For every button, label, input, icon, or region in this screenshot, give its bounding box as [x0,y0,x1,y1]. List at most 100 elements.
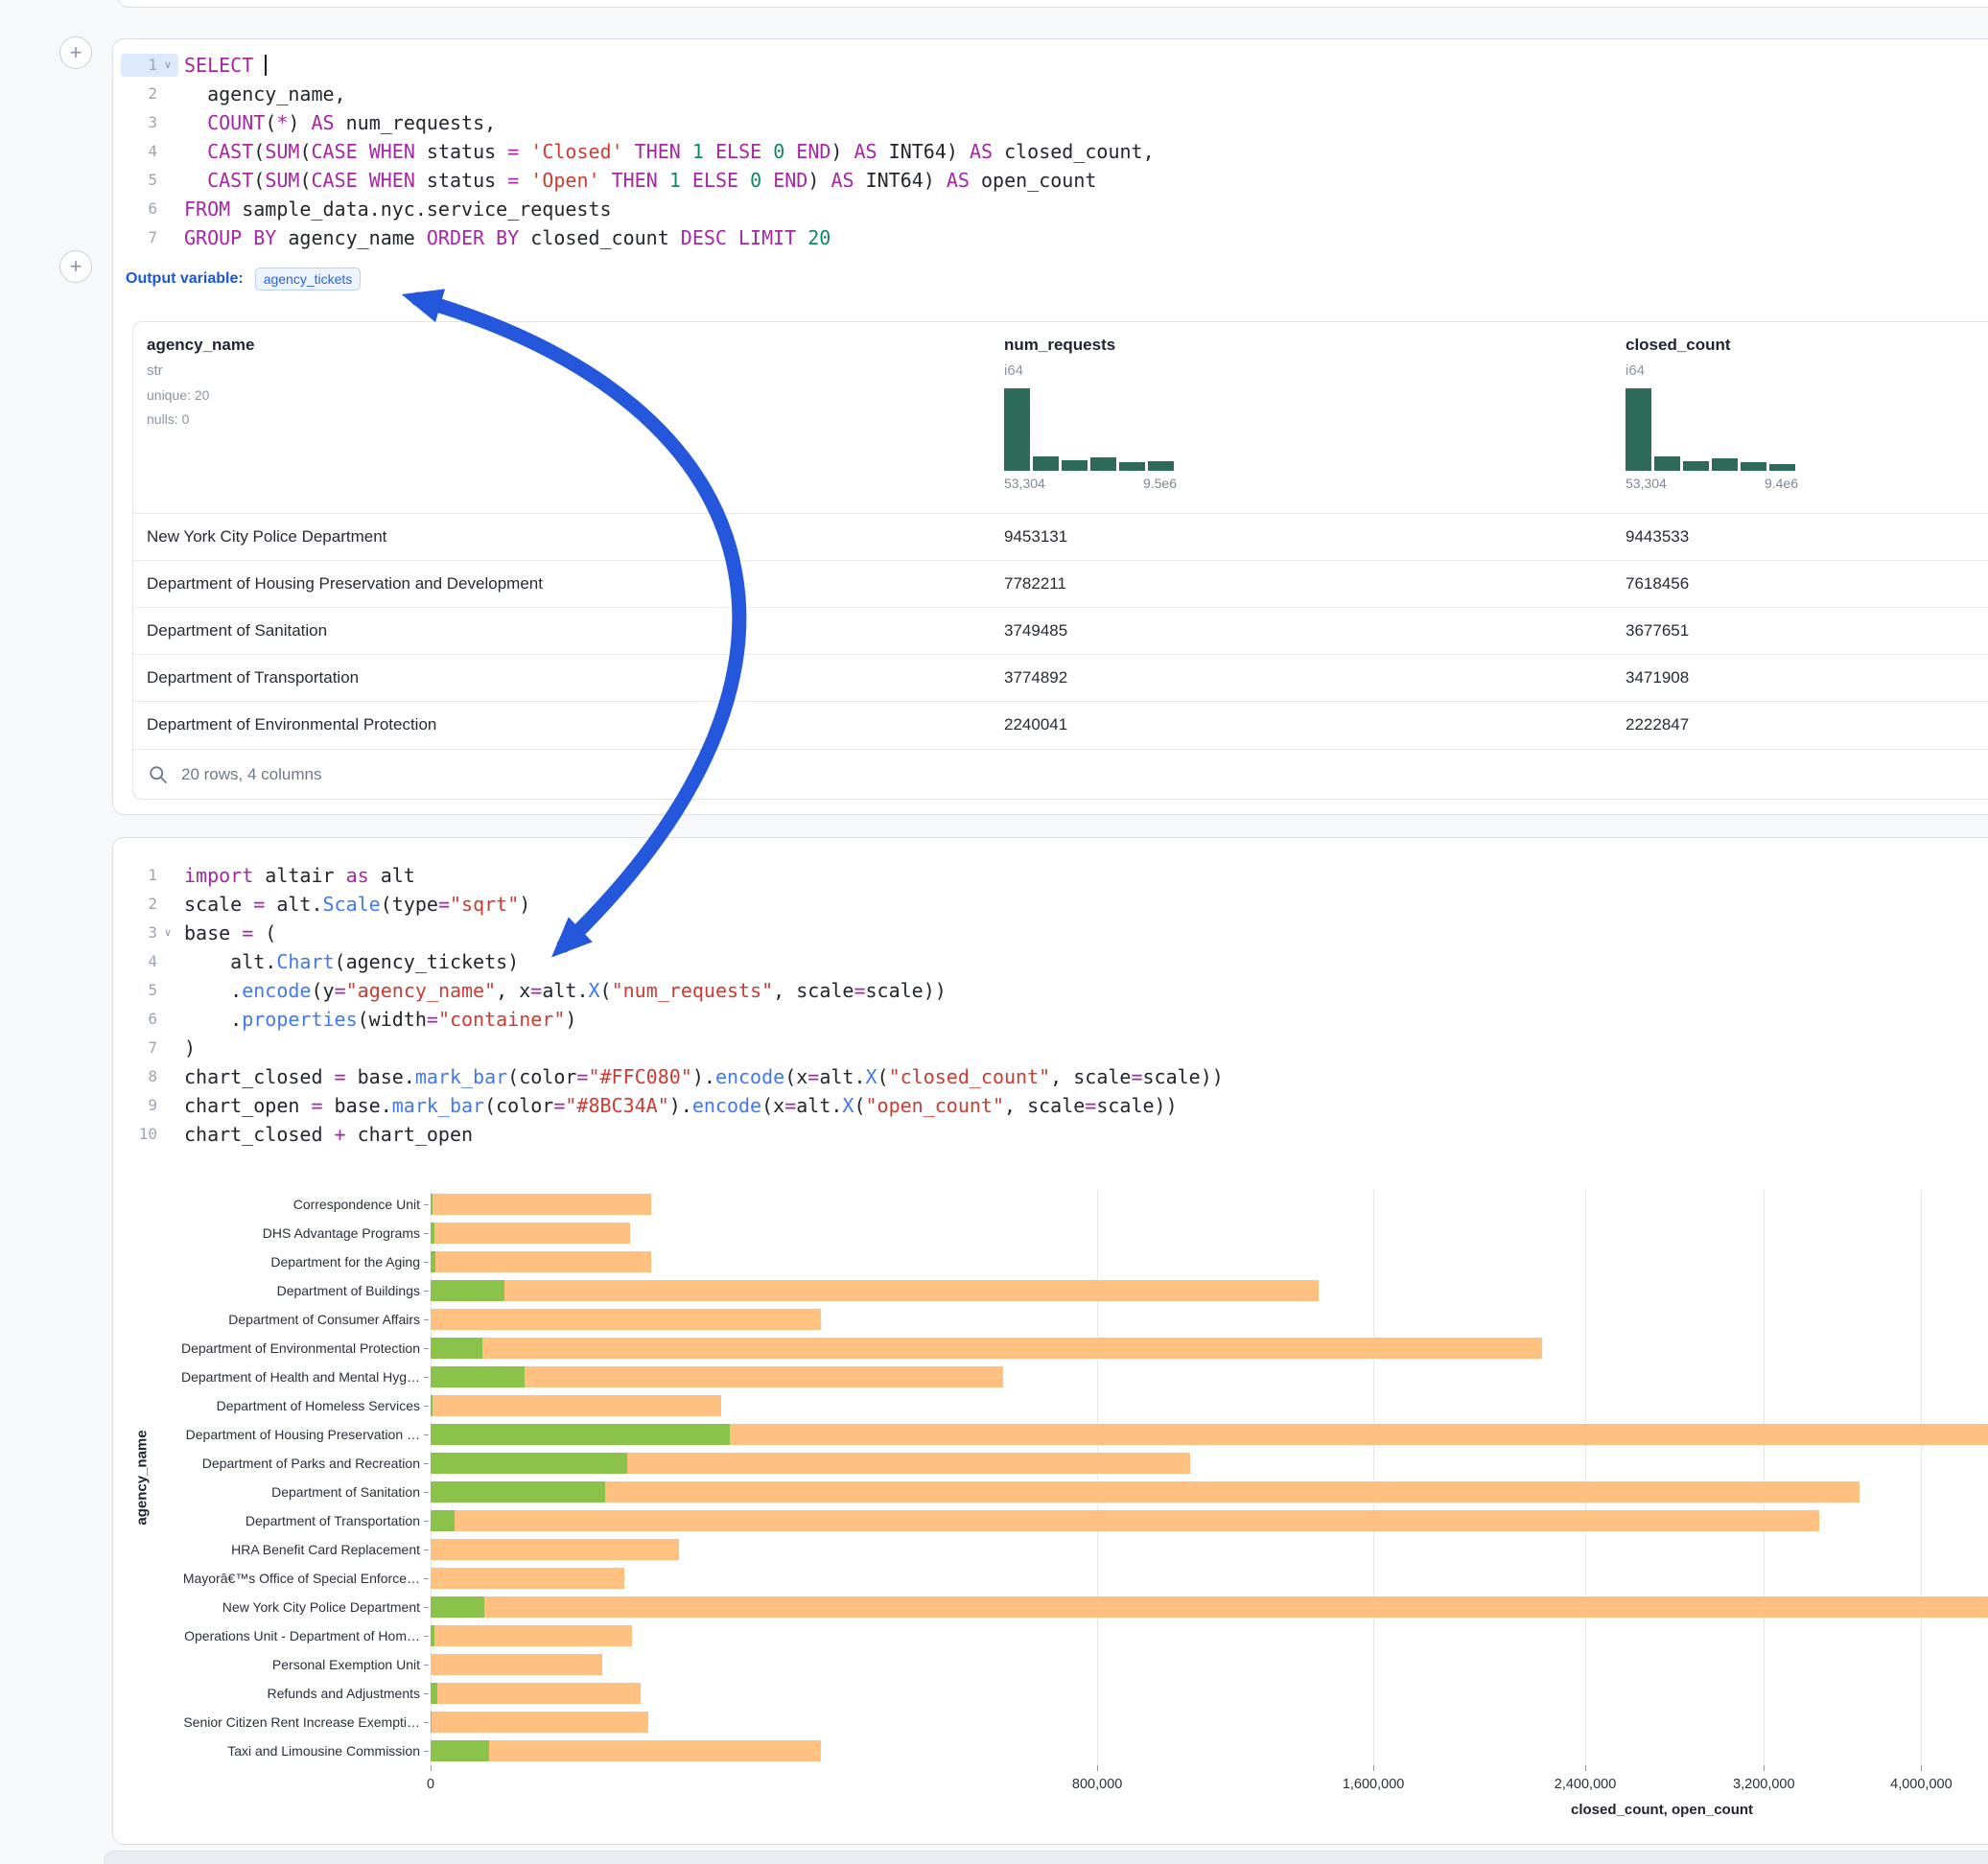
x-axis-tick [1764,1765,1765,1771]
column-stat: nulls: 0 [147,411,254,427]
code-line[interactable]: 3∨ base = ( [113,919,1988,947]
line-number: 4 [121,140,157,163]
y-axis-tick [424,1463,429,1464]
line-number: 9 [121,1094,157,1117]
x-axis-tick-label: 3,200,000 [1706,1777,1821,1792]
code-line[interactable]: 8chart_closed = base.mark_bar(color="#FF… [113,1062,1988,1091]
y-axis-tick [424,1751,429,1752]
bar-closed-count [431,1309,821,1330]
histogram-bar [1090,457,1116,471]
previous-cell-bottom [117,0,1988,8]
line-number: 7 [121,226,157,249]
bar-closed-count [431,1625,632,1646]
code-line[interactable]: 7) [113,1034,1988,1062]
column-type: str [147,362,254,379]
y-axis-tick [424,1262,429,1263]
y-axis-tick-label: Taxi and Limousine Commission [113,1742,420,1759]
column-type: i64 [1625,362,1798,379]
code-line[interactable]: 10chart_closed + chart_open [113,1120,1988,1149]
fold-spacer [157,864,178,887]
code-text: FROM sample_data.nyc.service_requests [184,195,612,223]
code-line[interactable]: 6 .properties(width="container") [113,1005,1988,1034]
code-text: chart_closed = base.mark_bar(color="#FFC… [184,1062,1224,1091]
y-axis-tick-label: Department of Environmental Protection [113,1340,420,1357]
y-axis-tick [424,1348,429,1349]
output-variable-label: Output variable: [126,270,244,288]
bar-open-count [431,1280,504,1301]
fold-caret-icon[interactable]: ∨ [157,921,178,944]
table-cell: Department of Sanitation [147,621,327,641]
table-row: Department of Housing Preservation and D… [133,561,1988,608]
table-cell: 3471908 [1625,668,1689,687]
y-axis-tick-label: Department of Transportation [113,1512,420,1529]
column-header-agency_name[interactable]: agency_namestrunique: 20nulls: 0 [147,322,254,427]
code-line[interactable]: 1import altair as alt [113,861,1988,890]
table-row: Department of Environmental Protection22… [133,702,1988,749]
column-header-num_requests[interactable]: num_requestsi6453,3049.5e6 [1004,322,1177,491]
code-line[interactable]: 2 agency_name, [113,80,1988,108]
column-name: agency_name [147,336,254,355]
code-text: chart_closed + chart_open [184,1120,473,1149]
bar-open-count [431,1223,434,1244]
bar-open-count [431,1366,525,1387]
table-header: agency_namestrunique: 20nulls: 0num_requ… [133,322,1988,514]
line-number: 2 [121,82,157,105]
python-code-editor[interactable]: 1import altair as alt2scale = alt.Scale(… [113,838,1988,1149]
fold-spacer [157,1123,178,1146]
fold-spacer [157,82,178,105]
output-variable-row: Output variable: agency_tickets [126,266,1988,292]
fold-caret-icon[interactable]: ∨ [157,54,178,77]
histogram-bar [1654,456,1680,471]
bar-closed-count [431,1338,1542,1359]
gridline [1373,1190,1374,1765]
code-line[interactable]: 1∨SELECT [113,51,1988,80]
bar-closed-count [431,1481,1859,1503]
fold-spacer [157,979,178,1002]
column-header-closed_count[interactable]: closed_counti6453,3049.4e6 [1625,322,1798,491]
bar-closed-count [431,1683,641,1704]
histogram-min-label: 53,304 [1625,476,1667,491]
code-text: CAST(SUM(CASE WHEN status = 'Open' THEN … [184,166,1096,195]
line-number: 7 [121,1037,157,1060]
table-body: New York City Police Department945313194… [133,514,1988,749]
code-line[interactable]: 5 .encode(y="agency_name", x=alt.X("num_… [113,976,1988,1005]
y-axis-tick-label: Department for the Aging [113,1253,420,1270]
y-axis-tick-label: Senior Citizen Rent Increase Exempti… [113,1713,420,1731]
code-line[interactable]: 2scale = alt.Scale(type="sqrt") [113,890,1988,919]
code-line[interactable]: 3 COUNT(*) AS num_requests, [113,108,1988,137]
code-text: base = ( [184,919,276,947]
bar-open-count [431,1395,433,1416]
column-name: closed_count [1625,336,1798,355]
code-text: alt.Chart(agency_tickets) [184,947,519,976]
y-axis-tick [424,1434,429,1435]
x-axis-tick [1373,1765,1374,1771]
code-line[interactable]: 9chart_open = base.mark_bar(color="#8BC3… [113,1091,1988,1120]
y-axis-tick [424,1607,429,1608]
line-number: 3 [121,921,157,944]
gridline [431,1190,432,1765]
table-row: Department of Sanitation37494853677651 [133,608,1988,655]
table-summary: 20 rows, 4 columns [181,765,321,784]
y-axis-tick-label: Refunds and Adjustments [113,1685,420,1702]
line-number: 1 [121,864,157,887]
add-cell-button-top[interactable]: + [59,36,92,69]
sql-code-editor[interactable]: 1∨SELECT 2 agency_name,3 COUNT(*) AS num… [113,39,1988,252]
histogram-bar [1625,388,1651,471]
histogram-max-label: 9.5e6 [1143,476,1177,491]
table-cell: 2240041 [1004,715,1067,734]
code-line[interactable]: 7GROUP BY agency_name ORDER BY closed_co… [113,223,1988,252]
code-line[interactable]: 5 CAST(SUM(CASE WHEN status = 'Open' THE… [113,166,1988,195]
code-line[interactable]: 4 alt.Chart(agency_tickets) [113,947,1988,976]
x-axis-tick-label: 2,400,000 [1528,1777,1643,1792]
histogram-bar [1033,456,1059,471]
line-number: 2 [121,893,157,916]
code-line[interactable]: 6FROM sample_data.nyc.service_requests [113,195,1988,223]
search-icon[interactable] [149,765,168,784]
code-line[interactable]: 4 CAST(SUM(CASE WHEN status = 'Closed' T… [113,137,1988,166]
sql-cell: 1∨SELECT 2 agency_name,3 COUNT(*) AS num… [112,38,1988,815]
add-cell-button-middle[interactable]: + [59,250,92,283]
y-axis-tick [424,1406,429,1407]
gridline [1764,1190,1765,1765]
x-axis-tick [1097,1765,1098,1771]
output-variable-chip[interactable]: agency_tickets [255,268,362,291]
